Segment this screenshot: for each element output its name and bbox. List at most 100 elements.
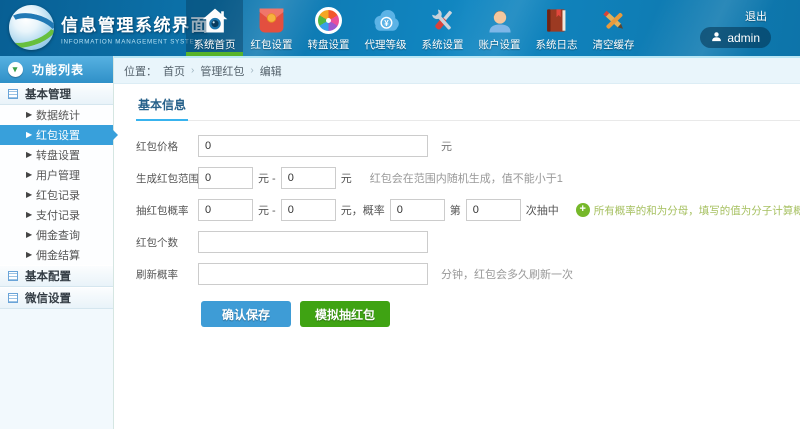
range-hint: 红包会在范围内随机生成，值不能小于1: [370, 170, 563, 186]
refresh-hint: 分钟，红包会多久刷新一次: [441, 266, 573, 282]
probability-nth-input[interactable]: [466, 199, 521, 221]
page-body: ▾ 功能列表 基本管理 ▶ 数据统计 ▶ 红包设置 ▶ 转盘设置 ▶ 用户管理: [0, 56, 800, 429]
simulate-draw-button[interactable]: 模拟抽红包: [300, 301, 390, 327]
probability-suffix: 次抽中: [526, 202, 559, 218]
tools-icon: [427, 5, 458, 36]
breadcrumb-separator-icon: ›: [191, 65, 194, 76]
tab-clear-cache[interactable]: 清空缓存: [585, 0, 642, 56]
globe-logo-icon: [9, 5, 54, 50]
sidebar-item-user-management[interactable]: ▶ 用户管理: [0, 165, 113, 185]
form-panel: 基本信息 红包价格 元 生成红包范围 元 - 元 红包会在范围内随机生: [114, 84, 800, 327]
tab-basic-info[interactable]: 基本信息: [136, 96, 188, 121]
probability-mid-label: 元 -: [258, 202, 276, 218]
caret-right-icon: ▶: [26, 210, 32, 219]
top-header-bar: 信息管理系统界面 INFORMATION MANAGEMENT SYSTEM G…: [0, 0, 800, 56]
form-row-price: 红包价格 元: [136, 135, 800, 157]
caret-right-icon: ▶: [26, 250, 32, 259]
collapse-circle-icon[interactable]: ▾: [8, 62, 23, 77]
logout-link[interactable]: 退出: [745, 8, 767, 24]
tab-system-home[interactable]: 系统首页: [186, 0, 243, 56]
tab-system-log[interactable]: 系统日志: [528, 0, 585, 56]
probability-label: 抽红包概率: [136, 203, 198, 218]
sidebar: ▾ 功能列表 基本管理 ▶ 数据统计 ▶ 红包设置 ▶ 转盘设置 ▶ 用户管理: [0, 56, 114, 429]
tab-label: 系统首页: [194, 37, 236, 52]
range-to-input[interactable]: [281, 167, 336, 189]
wheel-icon: [313, 5, 344, 36]
range-from-input[interactable]: [198, 167, 253, 189]
caret-right-icon: ▶: [26, 110, 32, 119]
main-nav-tabs: 系统首页 红包设置 转盘设置: [186, 0, 642, 56]
sidebar-item-commission-settlement[interactable]: ▶ 佣金结算: [0, 245, 113, 265]
item-label: 佣金查询: [36, 227, 80, 243]
form-row-refresh: 刷新概率 分钟，红包会多久刷新一次: [136, 263, 800, 285]
tab-account-settings[interactable]: 账户设置: [471, 0, 528, 56]
tab-wheel-settings[interactable]: 转盘设置: [300, 0, 357, 56]
probability-hint: 所有概率的和为分母，填写的值为分子计算概率，第几次可以不填: [594, 203, 800, 218]
refresh-label: 刷新概率: [136, 267, 198, 282]
refresh-input[interactable]: [198, 263, 428, 285]
caret-right-icon: ▶: [26, 130, 32, 139]
red-packet-icon: [256, 5, 287, 36]
tab-label: 转盘设置: [308, 37, 350, 52]
breadcrumb-home[interactable]: 首页: [163, 63, 185, 79]
tab-system-settings[interactable]: 系统设置: [414, 0, 471, 56]
sidebar-item-red-packet-settings[interactable]: ▶ 红包设置: [0, 125, 113, 145]
item-label: 红包记录: [36, 187, 80, 203]
sidebar-item-payment-records[interactable]: ▶ 支付记录: [0, 205, 113, 225]
sidebar-section-basic-config[interactable]: 基本配置: [0, 265, 113, 287]
app-window: 信息管理系统界面 INFORMATION MANAGEMENT SYSTEM G…: [0, 0, 800, 429]
clear-cache-icon: [598, 5, 629, 36]
breadcrumb-manage-red-packet[interactable]: 管理红包: [200, 63, 244, 79]
price-label: 红包价格: [136, 139, 198, 154]
list-square-icon: [8, 271, 18, 281]
count-label: 红包个数: [136, 235, 198, 250]
section-label: 基本配置: [25, 268, 71, 284]
item-label: 支付记录: [36, 207, 80, 223]
list-square-icon: [8, 293, 18, 303]
sidebar-item-data-statistics[interactable]: ▶ 数据统计: [0, 105, 113, 125]
section-label: 基本管理: [25, 86, 71, 102]
item-label: 数据统计: [36, 107, 80, 123]
probability-to-input[interactable]: [281, 199, 336, 221]
svg-text:¥: ¥: [384, 18, 389, 27]
caret-right-icon: ▶: [26, 190, 32, 199]
tab-label: 代理等级: [365, 37, 407, 52]
breadcrumb-separator-icon: ›: [250, 65, 253, 76]
sidebar-panel-header[interactable]: ▾ 功能列表: [0, 56, 113, 83]
form-row-count: 红包个数: [136, 231, 800, 253]
item-label: 佣金结算: [36, 247, 80, 263]
probability-hint-wrap: + 所有概率的和为分母，填写的值为分子计算概率，第几次可以不填: [576, 203, 800, 218]
probability-nth-label: 第: [450, 202, 461, 218]
tab-red-packet-settings[interactable]: 红包设置: [243, 0, 300, 56]
caret-right-icon: ▶: [26, 150, 32, 159]
home-icon: [199, 5, 230, 36]
user-icon: [711, 31, 722, 45]
sidebar-section-wechat-settings[interactable]: 微信设置: [0, 287, 113, 309]
probability-prob-label: 元，概率: [341, 202, 385, 218]
range-label: 生成红包范围: [136, 171, 198, 186]
probability-from-input[interactable]: [198, 199, 253, 221]
add-probability-icon[interactable]: +: [576, 203, 590, 217]
price-unit: 元: [441, 138, 452, 154]
sidebar-item-red-packet-records[interactable]: ▶ 红包记录: [0, 185, 113, 205]
tab-agent-level[interactable]: ¥ 代理等级: [357, 0, 414, 56]
section-label: 微信设置: [25, 290, 71, 306]
caret-right-icon: ▶: [26, 230, 32, 239]
sidebar-item-commission-query[interactable]: ▶ 佣金查询: [0, 225, 113, 245]
tab-label: 红包设置: [251, 37, 293, 52]
probability-value-input[interactable]: [390, 199, 445, 221]
sidebar-section-basic-management[interactable]: 基本管理: [0, 83, 113, 105]
save-button[interactable]: 确认保存: [201, 301, 291, 327]
log-book-icon: [541, 5, 572, 36]
current-user-badge[interactable]: admin: [700, 27, 771, 48]
sidebar-item-wheel-settings[interactable]: ▶ 转盘设置: [0, 145, 113, 165]
item-label: 转盘设置: [36, 147, 80, 163]
form-row-probability: 抽红包概率 元 - 元，概率 第 次抽中 + 所有概率的和为分母，填写的值为分子…: [136, 199, 800, 221]
main-content: 位置： 首页 › 管理红包 › 编辑 基本信息 红包价格 元: [114, 56, 800, 429]
count-input[interactable]: [198, 231, 428, 253]
price-input[interactable]: [198, 135, 428, 157]
tab-label: 清空缓存: [593, 37, 635, 52]
breadcrumb-edit: 编辑: [260, 63, 282, 79]
sidebar-panel-title: 功能列表: [32, 61, 84, 78]
red-packet-form: 红包价格 元 生成红包范围 元 - 元 红包会在范围内随机生成，值不能小于1 抽…: [136, 135, 800, 327]
